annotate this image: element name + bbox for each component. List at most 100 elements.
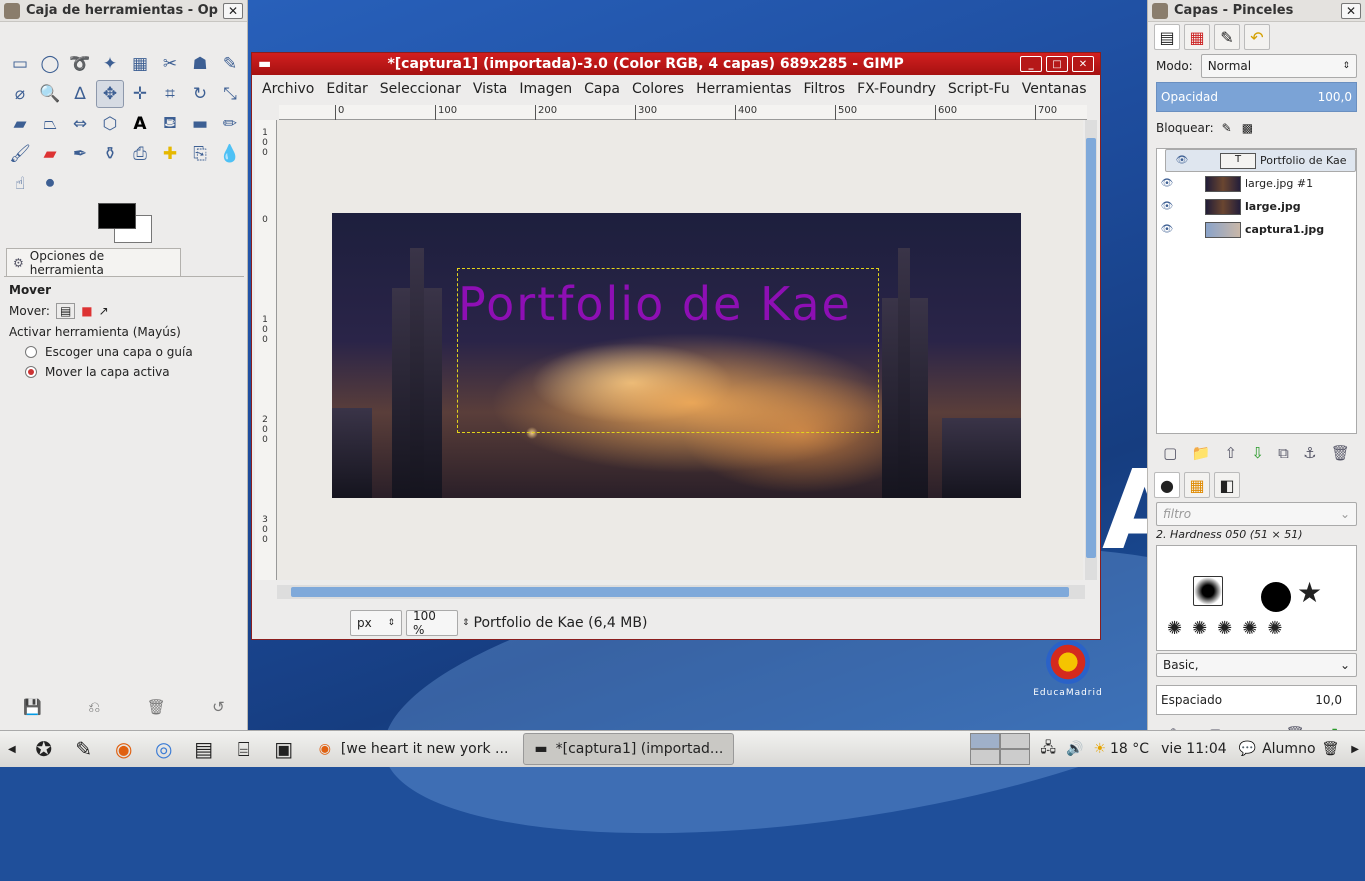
close-icon[interactable]: ✕ (1072, 56, 1094, 72)
documents-launcher-icon[interactable]: ▤ (186, 734, 222, 764)
clone-icon[interactable]: ⎙ (126, 140, 154, 168)
vertical-scrollbar[interactable] (1085, 120, 1097, 580)
task-firefox[interactable]: ◉ [we heart it new york ... (308, 733, 520, 765)
new-group-icon[interactable]: 📁 (1192, 444, 1211, 462)
layer-row[interactable]: 👁 large.jpg #1 (1157, 172, 1356, 195)
menu-fx-foundry[interactable]: FX-Foundry (851, 81, 942, 97)
text-tool-icon[interactable]: A (126, 110, 154, 138)
preset-select[interactable]: Basic, ⌄ (1156, 653, 1357, 677)
dock-titlebar[interactable]: Capas - Pinceles ✕ (1148, 0, 1365, 22)
zoom-dropdown-icon[interactable]: ⇕ (462, 618, 470, 628)
workspace-1[interactable] (970, 733, 1001, 749)
crop-icon[interactable]: ⌗ (156, 80, 184, 108)
network-icon[interactable]: 🖧 (1040, 737, 1056, 761)
layers-tab-icon[interactable]: ▤ (1154, 24, 1180, 50)
foreground-select-icon[interactable]: ☗ (186, 50, 214, 78)
task-gimp[interactable]: ▬ *[captura1] (importad... (523, 733, 735, 765)
rotate-icon[interactable]: ↻ (186, 80, 214, 108)
scissors-icon[interactable]: ✂ (156, 50, 184, 78)
brushes-tab-icon[interactable]: ● (1154, 472, 1180, 498)
restore-options-icon[interactable]: ⎌ (88, 698, 100, 716)
terminal-launcher-icon[interactable]: ▣ (266, 734, 302, 764)
paths-icon[interactable]: ✎ (216, 50, 244, 78)
lock-alpha-icon[interactable]: ▩ (1242, 121, 1253, 135)
smudge-icon[interactable]: ☝ (6, 170, 34, 198)
window-menu-icon[interactable]: ▬ (258, 56, 271, 72)
close-icon[interactable]: ✕ (1341, 2, 1361, 19)
image-artwork[interactable]: Portfolio de Kae (332, 213, 1021, 498)
color-select-icon[interactable]: ▦ (126, 50, 154, 78)
taskbar-scroll-left-icon[interactable]: ◀ (8, 744, 16, 755)
brush-hardness-icon[interactable] (1193, 576, 1223, 606)
workspace-switcher[interactable] (970, 733, 1031, 765)
lower-layer-icon[interactable]: ⇩ (1251, 444, 1264, 462)
lasso-icon[interactable]: ➰ (66, 50, 94, 78)
canvas[interactable]: Portfolio de Kae (277, 120, 1083, 580)
brush-splatter-icon[interactable]: ✺✺✺✺✺ (1167, 618, 1292, 639)
radio-pick-layer[interactable]: Escoger una capa o guía (9, 345, 244, 359)
vertical-ruler[interactable]: 1 0 0 0 1 0 0 2 0 0 3 0 0 (255, 120, 277, 580)
menu-ventanas[interactable]: Ventanas (1016, 81, 1093, 97)
patterns-tab-icon[interactable]: ▦ (1184, 472, 1210, 498)
menu-seleccionar[interactable]: Seleccionar (374, 81, 467, 97)
align-icon[interactable]: ✛ (126, 80, 154, 108)
airbrush-icon[interactable]: ✒ (66, 140, 94, 168)
menu-capa[interactable]: Capa (578, 81, 626, 97)
eye-icon[interactable]: 👁 (1157, 201, 1177, 212)
filter-input[interactable]: filtro ⌄ (1156, 502, 1357, 526)
workspace-2[interactable] (1000, 733, 1031, 749)
clock[interactable]: vie 11:04 (1161, 741, 1227, 757)
ink-icon[interactable]: ⚱ (96, 140, 124, 168)
vscroll-thumb[interactable] (1086, 138, 1096, 558)
radio-move-active[interactable]: Mover la capa activa (9, 365, 244, 379)
brush-circle-icon[interactable] (1261, 582, 1291, 612)
layer-row[interactable]: 👁 large.jpg (1157, 195, 1356, 218)
shear-icon[interactable]: ▰ (6, 110, 34, 138)
blur-icon[interactable]: 💧 (216, 140, 244, 168)
spacing-slider[interactable]: Espaciado 10,0 (1156, 685, 1357, 715)
maximize-icon[interactable]: □ (1046, 56, 1068, 72)
dodge-burn-icon[interactable]: ⚫ (36, 170, 64, 198)
menu-colores[interactable]: Colores (626, 81, 690, 97)
layer-row[interactable]: 👁 T Portfolio de Kae (1165, 149, 1356, 172)
blend-icon[interactable]: ▬ (186, 110, 214, 138)
eye-icon[interactable]: 👁 (1157, 178, 1177, 189)
weather-text[interactable]: 18 °C (1110, 741, 1149, 757)
opacity-slider[interactable]: Opacidad 100,0 (1156, 82, 1357, 112)
gradients-tab-icon[interactable]: ◧ (1214, 472, 1240, 498)
menu-vista[interactable]: Vista (467, 81, 514, 97)
channels-tab-icon[interactable]: ▦ (1184, 24, 1210, 50)
move-path-icon[interactable]: ↗ (99, 304, 109, 318)
paintbrush-icon[interactable]: 🖌 (6, 140, 34, 168)
menu-herramientas[interactable]: Herramientas (690, 81, 797, 97)
brush-grid[interactable]: ★ ✺✺✺✺✺ (1156, 545, 1357, 651)
perspective-clone-icon[interactable]: ⎘ (186, 140, 214, 168)
horizontal-scrollbar[interactable] (277, 585, 1085, 599)
rect-select-icon[interactable]: ▭ (6, 50, 34, 78)
mode-select[interactable]: Normal ⇕ (1200, 54, 1357, 78)
volume-icon[interactable]: 🔊 (1066, 741, 1083, 757)
brush-star-icon[interactable]: ★ (1297, 576, 1322, 609)
measure-icon[interactable]: ∆ (66, 80, 94, 108)
zoom-input[interactable]: 100 % (406, 609, 458, 637)
reset-options-icon[interactable]: ↺ (212, 698, 225, 716)
undo-tab-icon[interactable]: ↶ (1244, 24, 1270, 50)
user-name[interactable]: Alumno (1262, 741, 1315, 757)
eraser-icon[interactable]: ▰ (36, 140, 64, 168)
radio-off[interactable] (25, 346, 37, 358)
pencil-icon[interactable]: ✏ (216, 110, 244, 138)
delete-layer-icon[interactable]: 🗑 (1331, 444, 1350, 462)
chromium-launcher-icon[interactable]: ◎ (146, 734, 182, 764)
move-tool-icon[interactable]: ✥ (96, 80, 124, 108)
unit-select[interactable]: px ⇕ (350, 610, 402, 636)
tool-options-tab[interactable]: ⚙ Opciones de herramienta (6, 248, 181, 277)
text-layer-boundary[interactable]: Portfolio de Kae (457, 268, 879, 433)
fuzzy-select-icon[interactable]: ✦ (96, 50, 124, 78)
flip-icon[interactable]: ⇔ (66, 110, 94, 138)
paths-tab-icon[interactable]: ✎ (1214, 24, 1240, 50)
menu-filtros[interactable]: Filtros (797, 81, 851, 97)
editor-launcher-icon[interactable]: ✎ (66, 734, 102, 764)
layer-row[interactable]: 👁 captura1.jpg (1157, 218, 1356, 241)
trash-icon[interactable]: 🗑 (1322, 741, 1340, 757)
bucket-fill-icon[interactable]: ⛾ (156, 110, 184, 138)
